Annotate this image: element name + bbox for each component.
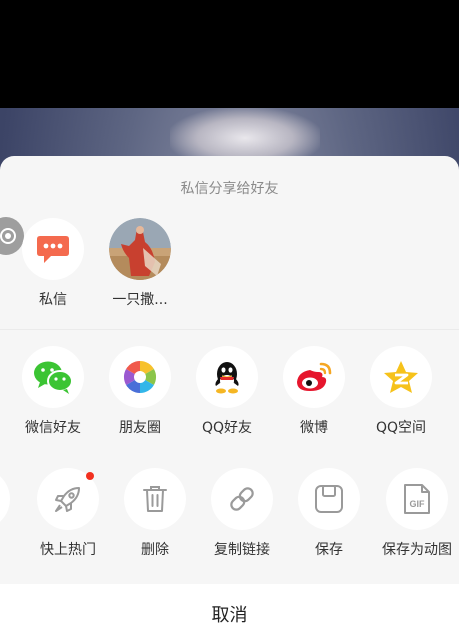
qq-button[interactable]: [196, 346, 258, 408]
save-label: 保存: [315, 542, 343, 558]
avatar: [109, 218, 171, 280]
svg-text:GIF: GIF: [410, 499, 426, 509]
hidden-action-button[interactable]: [0, 468, 10, 530]
wechat-label: 微信好友: [25, 420, 81, 436]
gif-icon: GIF: [404, 484, 430, 514]
camera-icon[interactable]: [0, 217, 24, 255]
weibo-label: 微博: [300, 420, 328, 436]
qq-icon: [215, 362, 239, 394]
wechat-button[interactable]: [22, 346, 84, 408]
friend-avatar-button[interactable]: [109, 218, 171, 280]
delete-label: 删除: [141, 542, 169, 558]
moments-icon: [123, 360, 157, 394]
moments-label: 朋友圈: [119, 420, 161, 436]
save-as-gif-label: 保存为动图: [382, 542, 452, 558]
save-icon: [315, 485, 343, 513]
copy-link-label: 复制链接: [214, 542, 270, 558]
notification-badge: [86, 472, 94, 480]
share-sheet: 私信分享给好友 私信 一只撒... 微信好友 朋友圈 QQ好友 微博 QQ空间 …: [0, 156, 459, 643]
weibo-icon: [297, 362, 332, 391]
friend-name-label: 一只撒...: [112, 292, 168, 308]
save-as-gif-button[interactable]: GIF: [386, 468, 448, 530]
qzone-label: QQ空间: [375, 420, 427, 436]
trash-icon: [143, 486, 167, 512]
section-divider: [0, 329, 459, 330]
link-icon: [230, 487, 254, 511]
delete-button[interactable]: [124, 468, 186, 530]
save-button[interactable]: [298, 468, 360, 530]
qq-label: QQ好友: [201, 420, 253, 436]
sheet-title: 私信分享给好友: [180, 181, 279, 197]
private-message-button[interactable]: [22, 218, 84, 280]
status-area: [0, 0, 459, 108]
qzone-icon: [384, 361, 418, 393]
promote-label: 快上热门: [40, 542, 96, 558]
rocket-icon: [55, 487, 80, 512]
cancel-label: 取消: [211, 604, 248, 626]
moments-button[interactable]: [109, 346, 171, 408]
copy-link-button[interactable]: [211, 468, 273, 530]
wechat-icon: [34, 361, 73, 394]
cancel-button[interactable]: 取消: [0, 584, 459, 643]
weibo-button[interactable]: [283, 346, 345, 408]
qzone-button[interactable]: [370, 346, 432, 408]
chat-bubble-icon: [37, 236, 69, 263]
private-message-label: 私信: [39, 292, 67, 308]
